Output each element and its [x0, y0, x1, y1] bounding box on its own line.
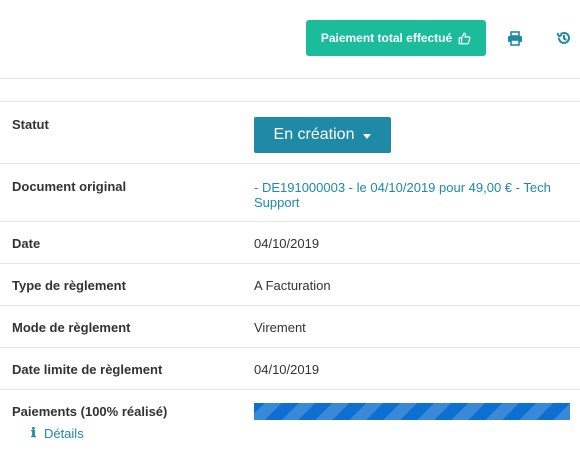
original-document-link[interactable]: - DE191000003 - le 04/10/2019 pour 49,00… — [254, 180, 564, 210]
payment-mode-row: Mode de règlement Virement — [0, 306, 580, 348]
date-label: Date — [12, 236, 41, 251]
details-label: Détails — [43, 426, 84, 441]
payment-deadline-value: 04/10/2019 — [254, 362, 320, 377]
payment-complete-label: Paiement total effectué — [320, 31, 453, 45]
status-value: En création — [273, 126, 355, 143]
print-icon[interactable] — [505, 28, 525, 48]
toolbar-separator — [0, 79, 580, 102]
caret-down-icon — [363, 133, 372, 139]
payments-progress-bar — [254, 403, 570, 420]
payment-deadline-label: Date limite de règlement — [12, 362, 163, 377]
date-row: Date 04/10/2019 — [0, 222, 580, 264]
status-dropdown-button[interactable]: En création — [254, 117, 391, 153]
payment-deadline-row: Date limite de règlement 04/10/2019 — [0, 348, 580, 390]
toolbar: Paiement total effectué — [0, 0, 580, 79]
original-document-label: Document original — [12, 179, 127, 194]
history-icon[interactable] — [554, 28, 574, 48]
payments-row: Paiements (100% réalisé) ℹ Détails — [0, 390, 580, 457]
payment-complete-button[interactable]: Paiement total effectué — [306, 20, 486, 56]
status-label: Statut — [12, 117, 49, 132]
thumbs-up-icon — [458, 32, 471, 45]
payments-label: Paiements (100% réalisé) — [12, 404, 168, 419]
details-link[interactable]: ℹ Détails — [31, 426, 84, 441]
status-row: Statut En création — [0, 102, 580, 164]
payments-progress-fill — [254, 403, 570, 420]
info-icon: ℹ — [31, 426, 36, 441]
original-document-row: Document original - DE191000003 - le 04/… — [0, 164, 580, 222]
payment-type-label: Type de règlement — [12, 278, 126, 293]
payment-type-row: Type de règlement A Facturation — [0, 264, 580, 306]
payment-mode-label: Mode de règlement — [12, 320, 131, 335]
date-value: 04/10/2019 — [254, 236, 320, 251]
payment-type-value: A Facturation — [254, 278, 331, 293]
payment-mode-value: Virement — [254, 320, 306, 335]
